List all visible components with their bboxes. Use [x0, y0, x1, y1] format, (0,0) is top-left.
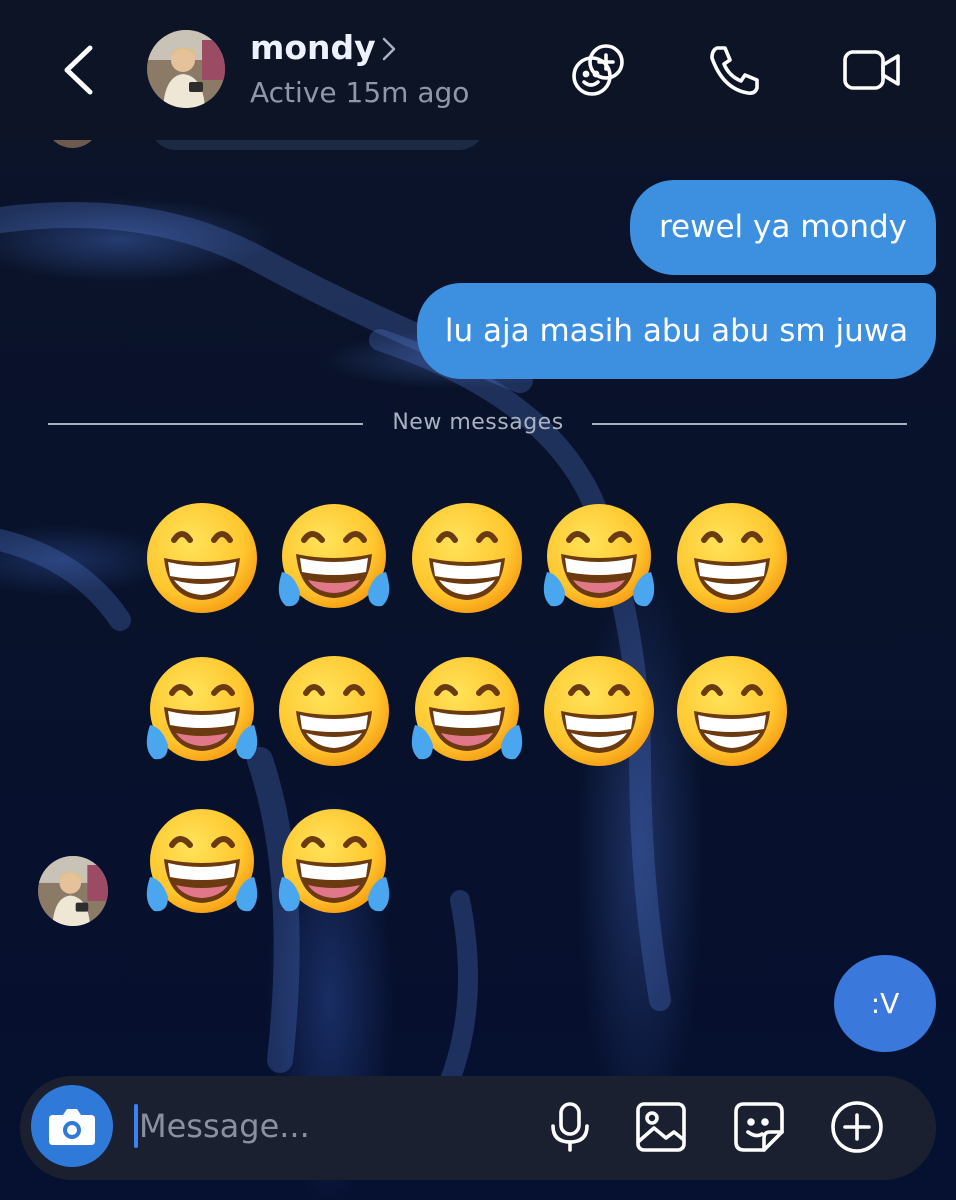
video-call-icon[interactable] — [840, 38, 904, 102]
tears-of-joy-emoji — [409, 653, 525, 769]
tears-of-joy-emoji — [276, 805, 392, 921]
chevron-right-icon[interactable] — [380, 36, 398, 62]
grinning-emoji — [674, 653, 790, 769]
grinning-emoji — [276, 653, 392, 769]
microphone-icon[interactable] — [541, 1098, 599, 1156]
divider-line-left — [48, 423, 363, 425]
message-text: lu aja masih abu abu sm juwa — [444, 312, 909, 349]
grinning-emoji — [541, 653, 657, 769]
message-text: rewel ya mondy — [658, 209, 908, 245]
tears-of-joy-emoji — [541, 500, 657, 616]
tears-of-joy-emoji — [144, 805, 260, 921]
chat-header: mondy Active 15m ago — [0, 0, 956, 140]
divider-line-right — [592, 423, 907, 425]
sticker-icon[interactable] — [730, 1098, 788, 1156]
sent-message-bubble[interactable]: :V — [834, 955, 936, 1052]
gallery-image-icon[interactable] — [632, 1098, 690, 1156]
sent-message-bubble[interactable]: lu aja masih abu abu sm juwa — [417, 283, 936, 379]
grinning-emoji — [674, 500, 790, 616]
back-chevron-icon[interactable] — [55, 40, 105, 100]
sender-avatar[interactable] — [38, 856, 108, 926]
message-text: :V — [870, 986, 900, 1020]
chat-screen: mondy Active 15m ago rewel ya mondy lu a… — [0, 0, 956, 1200]
contact-avatar[interactable] — [147, 30, 225, 108]
phone-call-icon[interactable] — [703, 38, 767, 102]
grinning-emoji — [409, 500, 525, 616]
active-status: Active 15m ago — [250, 76, 470, 109]
camera-button[interactable] — [31, 1085, 113, 1167]
tears-of-joy-emoji — [276, 500, 392, 616]
grinning-emoji — [144, 500, 260, 616]
add-plus-icon[interactable] — [828, 1098, 886, 1156]
contact-name[interactable]: mondy — [250, 28, 376, 67]
message-input[interactable]: Message... — [139, 1107, 310, 1145]
camera-icon — [49, 1109, 95, 1145]
sent-message-bubble[interactable]: rewel ya mondy — [630, 180, 936, 275]
effects-sticker-icon[interactable] — [566, 38, 630, 102]
new-messages-label: New messages — [392, 410, 564, 435]
text-cursor — [134, 1104, 138, 1148]
tears-of-joy-emoji — [144, 653, 260, 769]
